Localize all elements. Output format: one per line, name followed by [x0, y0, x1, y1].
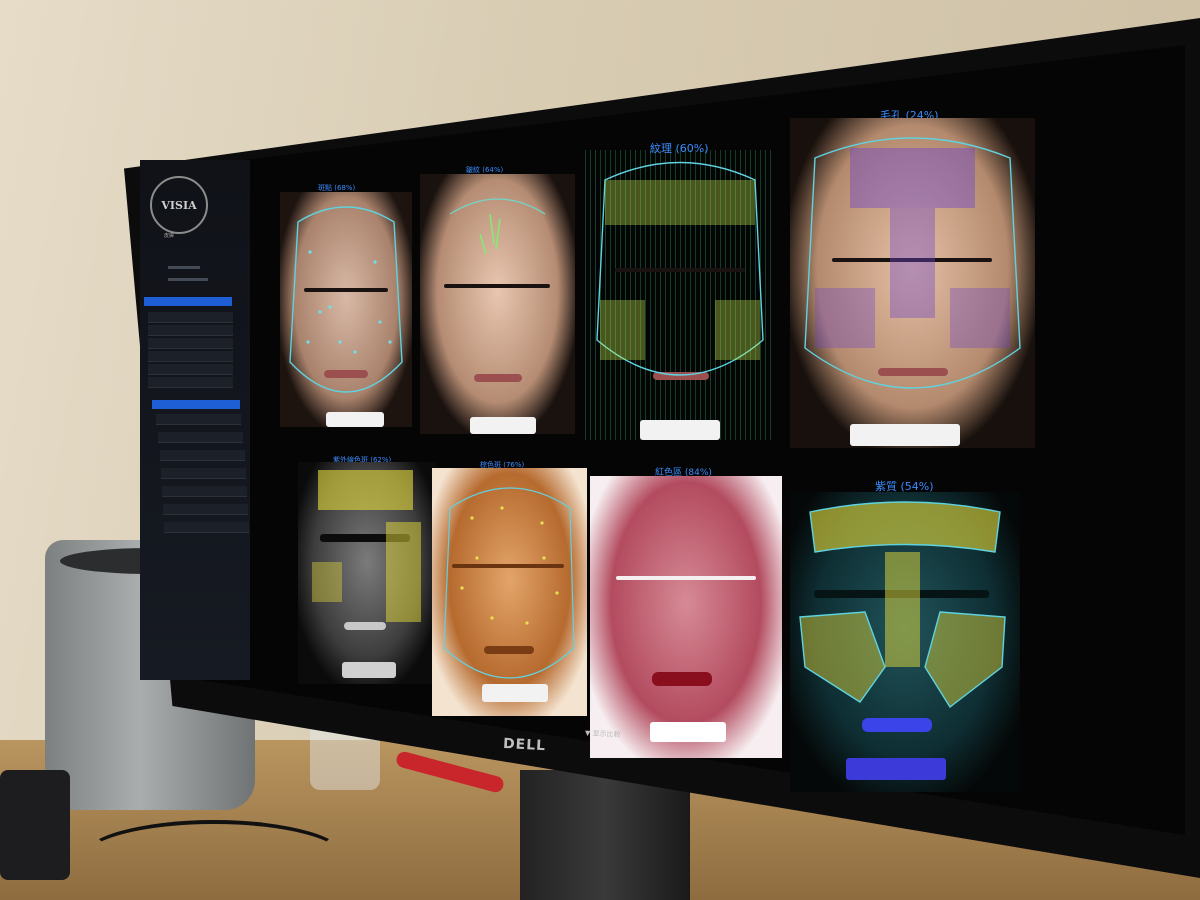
camera-body	[0, 770, 70, 880]
porphyrins-overlay	[799, 501, 1006, 709]
sidebar-item[interactable]	[158, 432, 243, 443]
sidebar-item[interactable]	[162, 486, 247, 497]
sidebar-item[interactable]	[148, 377, 233, 388]
monitor-stand	[520, 770, 690, 900]
sidebar-item[interactable]	[163, 504, 248, 515]
wrinkles-overlay	[449, 198, 546, 255]
sidebar-item[interactable]	[148, 351, 233, 362]
sidebar-item[interactable]	[148, 338, 233, 349]
face-image-texture[interactable]	[585, 150, 775, 440]
visia-logo-subtitle: 皮膚	[164, 233, 175, 239]
face-image-red-areas[interactable]	[590, 476, 782, 758]
compare-toggle[interactable]: ▼ 显示比較	[585, 728, 621, 740]
sidebar-item-selected-mid[interactable]	[152, 400, 240, 409]
spots-overlay	[289, 206, 403, 393]
sidebar-item[interactable]	[160, 450, 245, 461]
sidebar-patient-line-2	[168, 278, 208, 281]
face-image-brown-spots[interactable]	[432, 468, 587, 716]
sidebar-item[interactable]	[148, 364, 233, 375]
sidebar-item[interactable]	[156, 414, 241, 425]
sidebar-item[interactable]	[164, 522, 249, 533]
uv-spots-overlay	[312, 470, 421, 622]
texture-overlay	[596, 161, 764, 376]
brown-spots-overlay	[443, 487, 575, 679]
pores-overlay	[804, 137, 1021, 389]
sidebar-item[interactable]	[161, 468, 246, 479]
face-image-wrinkles[interactable]	[420, 174, 575, 434]
face-eyes	[616, 576, 756, 580]
cable	[80, 820, 348, 898]
face-image-pores[interactable]	[790, 118, 1035, 448]
sidebar-patient-line-1	[168, 266, 200, 269]
chin-rest	[650, 722, 726, 742]
face-image-porphyrins[interactable]	[790, 492, 1020, 792]
face-image-uv-spots[interactable]	[298, 462, 436, 684]
sidebar-item[interactable]	[148, 325, 233, 336]
monitor-brand-logo: DELL	[502, 735, 547, 755]
sidebar-item-selected-top[interactable]	[144, 297, 232, 306]
face-image-spots[interactable]	[280, 192, 412, 427]
sidebar-item[interactable]	[148, 312, 233, 323]
visia-logo: VISIA	[150, 176, 208, 234]
face-mouth	[652, 672, 712, 686]
